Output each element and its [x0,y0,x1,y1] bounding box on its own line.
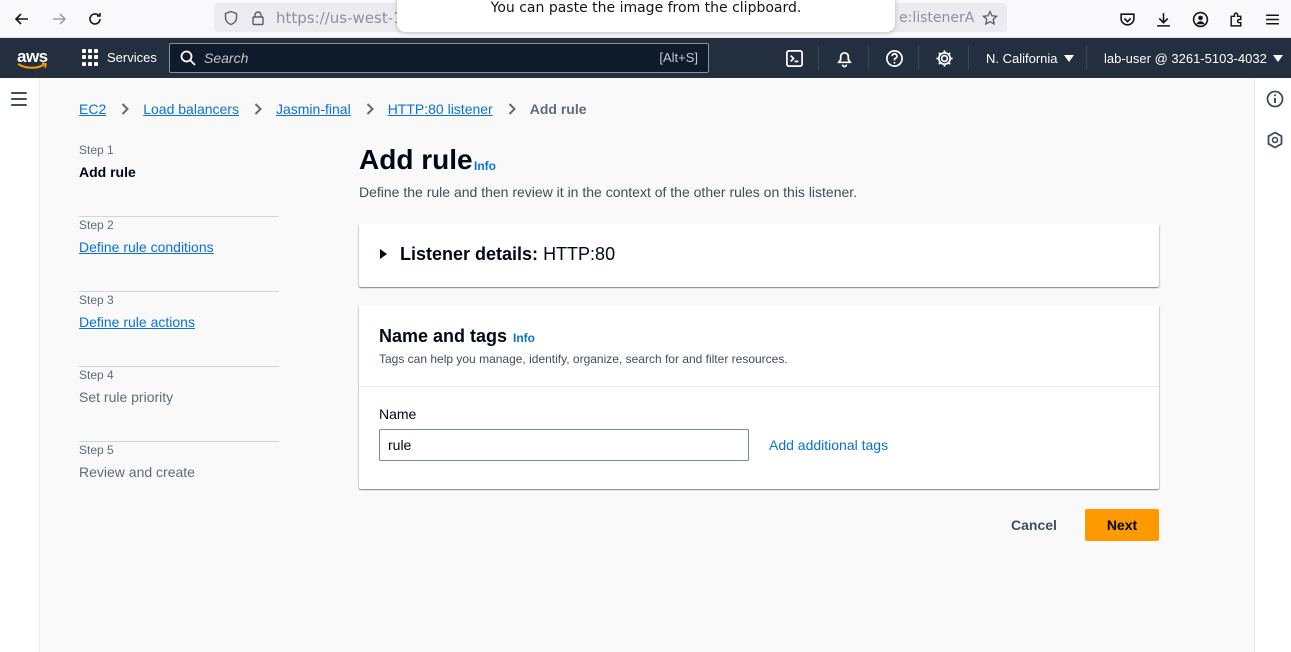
services-label: Services [107,50,157,65]
step-number: Step 1 [79,143,114,157]
search-box[interactable]: [Alt+S] [169,43,709,73]
aws-top-nav: aws Services [Alt+S] N. California [0,38,1291,78]
caret-right-icon [380,249,387,259]
search-shortcut: [Alt+S] [659,50,698,65]
breadcrumb-listener[interactable]: HTTP:80 listener [388,101,493,117]
assistant-hexagon-icon[interactable] [1266,131,1284,149]
account-menu[interactable]: lab-user @ 3261-5103-4032 [1104,51,1283,66]
back-arrow-icon[interactable] [10,7,34,31]
listener-details-label: Listener details: [400,244,539,264]
step-link-define-actions[interactable]: Define rule actions [79,314,195,330]
account-icon[interactable] [1188,7,1212,31]
wizard-step: Step 3 Define rule actions [79,292,279,367]
step-title-add-rule: Add rule [79,164,136,180]
caret-down-icon [1063,55,1074,62]
cancel-button[interactable]: Cancel [1000,509,1068,541]
url-text-tail: e:listenerA [899,10,975,26]
step-number: Step 5 [79,443,114,457]
listener-details-panel[interactable]: Listener details: HTTP:80 [359,224,1159,287]
notifications-bell-icon[interactable] [834,48,854,68]
bookmark-star-icon[interactable] [981,9,999,27]
name-input[interactable] [379,429,749,461]
pocket-icon[interactable] [1115,7,1139,31]
info-panel-icon[interactable] [1266,90,1284,108]
lock-icon[interactable] [249,9,267,27]
wizard-steps: Step 1 Add rule Step 2 Define rule condi… [79,142,279,517]
right-rail [1254,78,1291,652]
clipboard-toast: You can paste the image from the clipboa… [397,0,895,32]
nav-divider [968,46,969,70]
wizard-step: Step 2 Define rule conditions [79,217,279,292]
left-rail [0,78,40,652]
step-number: Step 2 [79,218,114,232]
services-menu[interactable]: Services [82,49,157,66]
search-icon [180,50,196,66]
region-selector[interactable]: N. California [986,51,1074,66]
wizard-step: Step 4 Set rule priority [79,367,279,442]
nav-divider [818,46,819,70]
browser-toolbar: https://us-west-1 e:listenerA You can pa… [0,0,1291,38]
step-number: Step 3 [79,293,114,307]
name-and-tags-description: Tags can help you manage, identify, orga… [379,352,788,366]
breadcrumb-ec2[interactable]: EC2 [79,101,106,117]
reload-icon[interactable] [83,7,107,31]
search-input[interactable] [204,49,624,67]
nav-divider [918,46,919,70]
add-additional-tags-link[interactable]: Add additional tags [769,437,888,453]
panel-header: Name and tags Info Tags can help you man… [359,305,1159,387]
step-title-review-create: Review and create [79,464,195,480]
step-title-set-priority: Set rule priority [79,389,174,405]
region-label: N. California [986,51,1058,66]
name-and-tags-title: Name and tags [379,326,508,346]
caret-down-icon [1272,55,1283,62]
page-title: Add rule [359,144,473,175]
chevron-right-icon [366,103,374,115]
aws-logo-smile-icon [17,62,47,69]
listener-details-heading: Listener details: HTTP:80 [400,244,615,265]
step-link-define-conditions[interactable]: Define rule conditions [79,239,214,255]
extensions-icon[interactable] [1224,7,1248,31]
nav-divider [1086,46,1087,70]
chevron-right-icon [254,103,262,115]
help-icon[interactable] [884,48,904,68]
account-label: lab-user @ 3261-5103-4032 [1104,51,1267,66]
menu-icon[interactable] [1260,7,1284,31]
chevron-right-icon [122,103,130,115]
settings-gear-icon[interactable] [934,48,954,68]
hamburger-menu-icon[interactable] [11,92,27,106]
forward-arrow-icon[interactable] [47,7,71,31]
breadcrumb-load-balancers[interactable]: Load balancers [143,101,239,117]
breadcrumb-load-balancer-name[interactable]: Jasmin-final [276,101,351,117]
toast-text: You can paste the image from the clipboa… [490,0,802,16]
step-number: Step 4 [79,368,114,382]
url-text: https://us-west-1 [276,9,403,27]
page-description: Define the rule and then review it in th… [359,184,858,200]
services-grid-icon [82,49,99,66]
breadcrumb-current: Add rule [529,101,587,117]
name-and-tags-info-link[interactable]: Info [513,331,535,345]
chevron-right-icon [508,103,516,115]
download-icon[interactable] [1151,7,1175,31]
nav-divider [868,46,869,70]
listener-details-value: HTTP:80 [543,244,616,264]
shield-icon[interactable] [222,9,240,27]
wizard-step: Step 5 Review and create [79,442,279,517]
breadcrumb: EC2 Load balancers Jasmin-final HTTP:80 … [79,101,587,117]
next-button[interactable]: Next [1085,509,1159,541]
cloudshell-icon[interactable] [784,48,804,68]
name-and-tags-panel: Name and tags Info Tags can help you man… [359,305,1159,489]
page-info-link[interactable]: Info [474,159,496,173]
name-field-label: Name [379,406,417,422]
wizard-step: Step 1 Add rule [79,142,279,217]
